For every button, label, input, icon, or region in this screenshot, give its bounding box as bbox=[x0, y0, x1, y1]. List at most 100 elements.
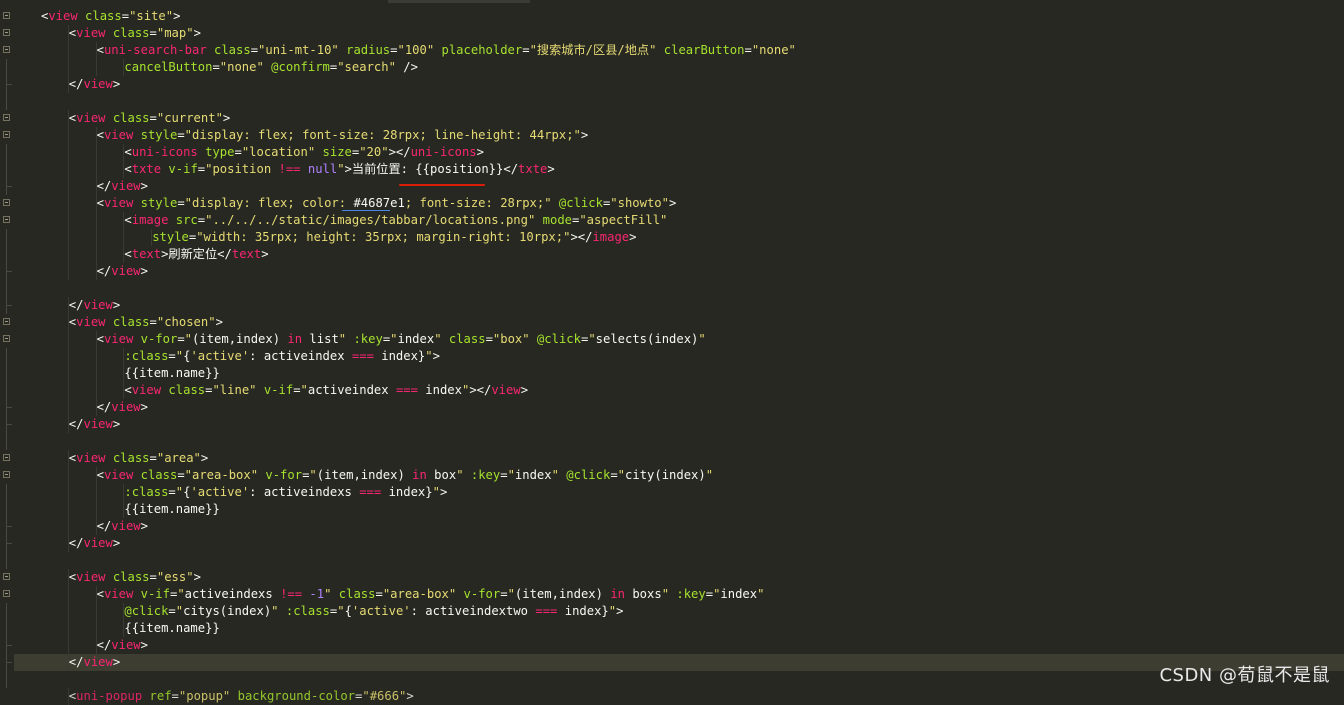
code-line[interactable]: <view class="line" v-if="activeindex ===… bbox=[6, 382, 1344, 399]
code-line[interactable] bbox=[6, 280, 1344, 297]
code-line[interactable]: {{item.name}} bbox=[6, 501, 1344, 518]
code-line[interactable]: </view> bbox=[6, 297, 1344, 314]
code-line[interactable]: <view class="chosen"> bbox=[3, 314, 1344, 331]
code-token: </ bbox=[96, 264, 112, 278]
code-line[interactable]: <view class="map"> bbox=[3, 25, 1344, 42]
code-token: " bbox=[175, 349, 184, 363]
code-line[interactable]: <uni-popup ref="popup" background-color=… bbox=[14, 688, 1344, 705]
code-line[interactable]: @click="citys(index)" :class="{'active':… bbox=[6, 603, 1344, 620]
code-token: " bbox=[698, 332, 706, 346]
code-token: </ bbox=[96, 400, 112, 414]
fold-range-marker bbox=[6, 433, 7, 450]
code-token: : activeindex bbox=[249, 349, 352, 363]
code-token: class bbox=[105, 111, 150, 125]
code-line[interactable]: </view> bbox=[6, 416, 1344, 433]
code-token: > bbox=[222, 111, 231, 125]
code-line[interactable]: <image src="../../../static/images/tabba… bbox=[3, 212, 1344, 229]
active-tab-indicator[interactable] bbox=[388, 0, 530, 3]
code-token: "aspectFill" bbox=[579, 213, 668, 227]
code-token: view bbox=[111, 400, 141, 414]
code-token: index} bbox=[557, 604, 609, 618]
fold-toggle-icon[interactable] bbox=[3, 199, 10, 206]
code-token: uni-popup bbox=[76, 689, 143, 703]
code-line[interactable]: <view class="ess"> bbox=[3, 569, 1344, 586]
code-line[interactable]: <view v-for="(item,index) in list" :key=… bbox=[3, 331, 1344, 348]
indent-guide bbox=[67, 467, 69, 484]
fold-range-marker bbox=[6, 76, 12, 93]
fold-toggle-icon[interactable] bbox=[3, 573, 10, 580]
code-text: <view v-for="(item,index) in list" :key=… bbox=[97, 331, 706, 348]
fold-toggle-icon[interactable] bbox=[3, 454, 10, 461]
code-line[interactable]: <view style="display: flex; font-size: 2… bbox=[3, 127, 1344, 144]
code-token: type bbox=[197, 145, 235, 159]
fold-toggle-icon[interactable] bbox=[3, 590, 10, 597]
code-line[interactable]: </view> bbox=[6, 399, 1344, 416]
code-line[interactable]: <text>刷新定位</text> bbox=[6, 246, 1344, 263]
fold-toggle-icon[interactable] bbox=[3, 335, 10, 342]
indent-guide bbox=[95, 246, 97, 263]
code-text: <view class="chosen"> bbox=[69, 314, 223, 331]
indent-guide bbox=[95, 603, 97, 620]
code-line[interactable] bbox=[6, 433, 1344, 450]
code-token: index} bbox=[381, 485, 433, 499]
code-token: placeholder bbox=[434, 43, 523, 57]
code-token: === bbox=[395, 383, 418, 397]
code-token: < bbox=[96, 332, 104, 346]
fold-toggle-icon[interactable] bbox=[3, 114, 10, 121]
code-line[interactable]: <view class="current"> bbox=[3, 110, 1344, 127]
code-token: " bbox=[507, 587, 515, 601]
fold-range-marker bbox=[6, 178, 12, 195]
code-token: > bbox=[261, 247, 269, 261]
code-token: /> bbox=[395, 60, 418, 74]
code-line[interactable]: <view class="site"> bbox=[3, 8, 1344, 25]
code-line[interactable]: :class="{'active': activeindex === index… bbox=[6, 348, 1344, 365]
code-line[interactable]: <txte v-if="position !== null">当前位置: {{p… bbox=[6, 161, 1344, 178]
fold-toggle-icon[interactable] bbox=[3, 46, 10, 53]
fold-toggle-icon[interactable] bbox=[3, 12, 10, 19]
indent-guide bbox=[67, 246, 69, 263]
fold-toggle-icon[interactable] bbox=[3, 216, 10, 223]
code-line[interactable]: <view style="display: flex; color: #4687… bbox=[3, 195, 1344, 212]
code-line[interactable]: </view> bbox=[6, 76, 1344, 93]
code-token: "#666" bbox=[362, 689, 407, 703]
fold-range-marker bbox=[6, 229, 7, 246]
code-text: :class="{'active': activeindex === index… bbox=[124, 348, 440, 365]
code-token: activeindex bbox=[307, 383, 396, 397]
fold-toggle-icon[interactable] bbox=[3, 318, 10, 325]
code-editor[interactable]: <view class="site"> <view class="map"> <un… bbox=[3, 8, 1344, 705]
code-line[interactable]: style="width: 35rpx; height: 35rpx; marg… bbox=[6, 229, 1344, 246]
code-line[interactable]: </view> bbox=[6, 178, 1344, 195]
fold-range-marker bbox=[6, 484, 7, 501]
code-token: < bbox=[124, 162, 132, 176]
fold-range-marker bbox=[6, 382, 7, 399]
code-line[interactable]: <uni-icons type="location" size="20"></u… bbox=[6, 144, 1344, 161]
code-line[interactable]: <uni-search-bar class="uni-mt-10" radius… bbox=[3, 42, 1344, 59]
fold-range-marker bbox=[6, 280, 7, 297]
code-line[interactable]: <view class="area-box" v-for="(item,inde… bbox=[3, 467, 1344, 484]
code-token: "display: flex; font-size: 28rpx; line-h… bbox=[184, 128, 581, 142]
code-token: ; font-size: 28rpx;" bbox=[404, 196, 552, 210]
fold-toggle-icon[interactable] bbox=[3, 131, 10, 138]
code-token: " bbox=[608, 604, 617, 618]
code-line[interactable]: </view> bbox=[6, 535, 1344, 552]
code-line[interactable]: {{item.name}} bbox=[6, 365, 1344, 382]
code-line[interactable]: :class="{'active': activeindexs === inde… bbox=[6, 484, 1344, 501]
code-line[interactable]: <view class="area"> bbox=[3, 450, 1344, 467]
code-line[interactable]: </view> bbox=[6, 263, 1344, 280]
code-line[interactable] bbox=[6, 93, 1344, 110]
code-token: "../../../static/images/tabbar/locations… bbox=[205, 213, 536, 227]
code-token: style bbox=[133, 128, 178, 142]
fold-toggle-icon[interactable] bbox=[3, 471, 10, 478]
code-token: </ bbox=[96, 519, 112, 533]
fold-toggle-icon[interactable] bbox=[3, 29, 10, 36]
code-text: </view> bbox=[69, 416, 120, 433]
code-line[interactable] bbox=[6, 552, 1344, 569]
code-line[interactable]: {{item.name}} bbox=[6, 620, 1344, 637]
code-token: class bbox=[206, 43, 251, 57]
code-line[interactable]: </view> bbox=[6, 654, 1344, 671]
code-line[interactable]: </view> bbox=[6, 518, 1344, 535]
code-line[interactable]: cancelButton="none" @confirm="search" /> bbox=[6, 59, 1344, 76]
code-line[interactable]: <view v-if="activeindexs !== -1" class="… bbox=[3, 586, 1344, 603]
code-line[interactable]: </view> bbox=[6, 637, 1344, 654]
code-line[interactable] bbox=[6, 671, 1344, 688]
